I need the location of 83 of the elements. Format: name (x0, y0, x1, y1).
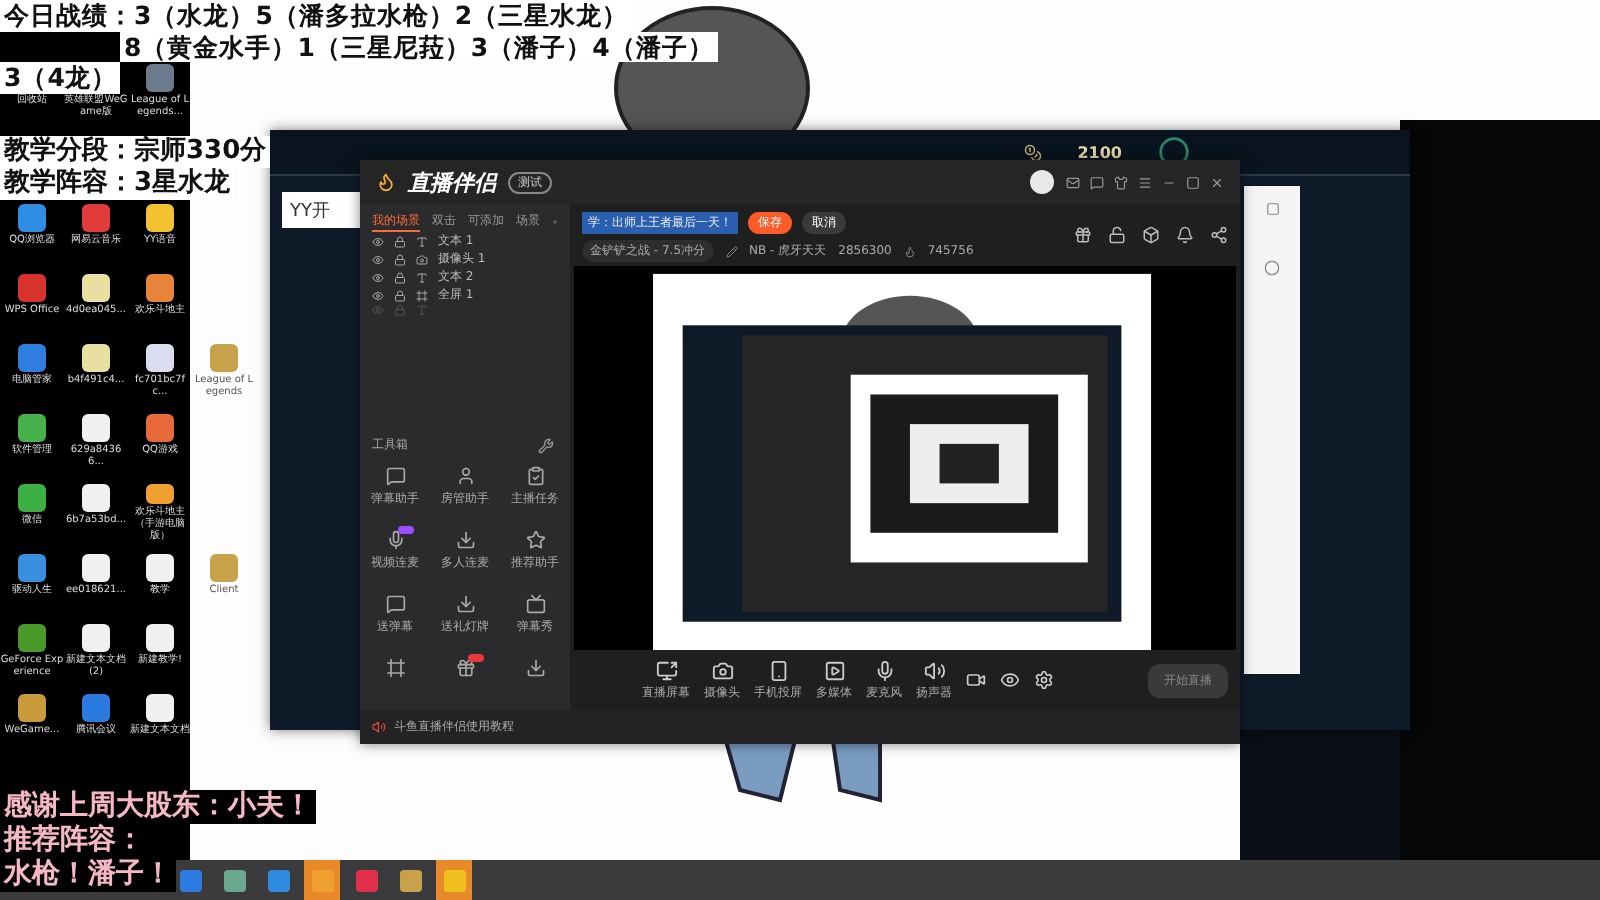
desktop-icon[interactable] (146, 414, 174, 442)
source-icon (823, 659, 845, 682)
stream-overlay-text: 教学阵容：3星水龙 (0, 168, 235, 200)
stream-overlay-text: 水枪！潘子！ (0, 858, 176, 892)
eye-icon[interactable] (372, 271, 384, 283)
gift-icon[interactable] (1074, 226, 1092, 245)
desktop-icon[interactable] (18, 414, 46, 442)
share-icon[interactable] (1210, 226, 1228, 245)
menu-icon[interactable] (1138, 175, 1152, 189)
tool-icon (525, 594, 545, 614)
desktop-icon[interactable] (146, 344, 174, 372)
desktop-icon[interactable] (82, 274, 110, 302)
desktop-icon[interactable] (82, 484, 110, 512)
desktop-icon[interactable] (146, 554, 174, 582)
browser-tab[interactable]: YY开 (282, 192, 362, 228)
box-icon[interactable] (1142, 226, 1160, 245)
app-logo: 直播伴侣 (408, 167, 496, 197)
desktop-icon[interactable] (18, 624, 46, 652)
coin-count: 2100 (1077, 143, 1122, 161)
unlock-icon[interactable] (1108, 226, 1126, 245)
stream-overlay-text: 教学分段：宗师330分 (0, 136, 271, 168)
lock-icon[interactable] (394, 289, 406, 301)
tool-icon (525, 530, 545, 550)
circle-icon (1264, 260, 1280, 276)
maximize-icon[interactable] (1265, 202, 1279, 216)
eye-icon[interactable] (372, 289, 384, 301)
desktop-icon[interactable] (82, 624, 110, 652)
tool-icon (455, 466, 475, 486)
layer-type-icon (416, 253, 428, 265)
desktop-icon[interactable] (82, 414, 110, 442)
maximize-icon[interactable] (1186, 175, 1200, 189)
stream-overlay-text: 3（4龙） (0, 62, 121, 93)
eye-icon[interactable] (372, 253, 384, 265)
settings-icon[interactable] (1034, 670, 1054, 691)
tool-icon (385, 658, 405, 678)
desktop-icon[interactable] (146, 274, 174, 302)
lock-icon[interactable] (394, 271, 406, 283)
desktop-icon[interactable] (18, 694, 46, 722)
tool-icon (525, 466, 545, 486)
source-icon (767, 659, 789, 682)
tool-icon (385, 466, 405, 486)
lock-icon[interactable] (394, 253, 406, 265)
video-icon[interactable] (966, 670, 986, 691)
layer-type-icon (416, 289, 428, 301)
source-icon (711, 659, 733, 682)
layer-type-icon (416, 271, 428, 283)
source-icon (655, 659, 677, 682)
speaker-icon (372, 720, 386, 734)
desktop-icon[interactable] (146, 204, 174, 232)
mail-icon[interactable] (1066, 175, 1080, 189)
tool-icon (455, 594, 475, 614)
stream-overlay-text: 8（黄金水手）1（三星尼菈）3（潘子）4（潘子） (120, 31, 718, 62)
desktop-icon[interactable] (146, 624, 174, 652)
desktop-icon[interactable] (18, 554, 46, 582)
lock-icon[interactable] (394, 235, 406, 247)
source-icon (923, 659, 945, 682)
eye-icon[interactable] (372, 235, 384, 247)
source-icon (873, 659, 895, 682)
desktop-icon[interactable] (18, 484, 46, 512)
layer-type-icon (416, 304, 428, 316)
tool-icon (385, 594, 405, 614)
desktop-icon[interactable] (146, 484, 174, 504)
desktop-icon[interactable] (82, 344, 110, 372)
tool-icon (455, 658, 475, 678)
bell-icon[interactable] (1176, 226, 1194, 245)
layer-type-icon (416, 235, 428, 247)
wrench-icon[interactable] (538, 437, 554, 453)
fire-icon (903, 245, 916, 258)
coin-icon (1023, 143, 1042, 161)
eye-icon[interactable] (1000, 670, 1020, 691)
shirt-icon[interactable] (1114, 175, 1128, 189)
desktop-icon[interactable] (18, 204, 46, 232)
user-avatar[interactable] (1030, 170, 1054, 194)
desktop-icon[interactable] (82, 554, 110, 582)
tool-icon (525, 658, 545, 678)
close-icon[interactable] (1210, 175, 1224, 189)
tool-icon (385, 530, 405, 550)
tool-icon (455, 530, 475, 550)
message-icon[interactable] (1090, 175, 1104, 189)
flame-logo-icon (376, 172, 396, 192)
desktop-icon[interactable] (146, 694, 174, 722)
edit-icon[interactable] (725, 245, 738, 258)
stream-overlay-text: 感谢上周大股东：小夫！ (0, 790, 316, 824)
